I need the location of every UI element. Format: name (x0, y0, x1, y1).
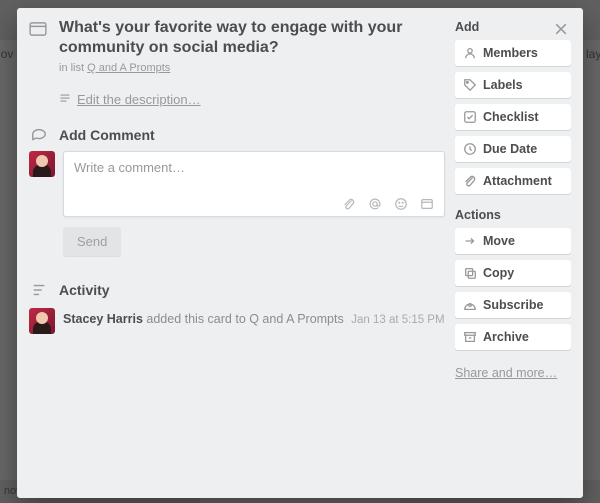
subscribe-icon (463, 298, 477, 312)
card-icon (29, 18, 49, 58)
add-due-date-button[interactable]: Due Date (455, 136, 571, 162)
checklist-icon (463, 110, 477, 124)
card-list-location: in list Q and A Prompts (59, 62, 445, 74)
subscribe-button[interactable]: Subscribe (455, 292, 571, 318)
archive-icon (463, 330, 477, 344)
sidebar-actions-heading: Actions (455, 208, 571, 222)
activity-heading: Activity (59, 282, 110, 298)
comment-input[interactable]: Write a comment… (64, 152, 444, 192)
card-detail-modal: What's your favorite way to engage with … (17, 8, 583, 498)
move-icon (463, 234, 477, 248)
activity-icon (29, 282, 49, 298)
edit-description-link[interactable]: Edit the description… (59, 92, 201, 107)
close-button[interactable] (547, 16, 575, 44)
activity-item: Stacey Harris added this card to Q and A… (29, 308, 445, 334)
activity-action: added this card to Q and A Prompts (143, 312, 344, 326)
attach-icon[interactable] (342, 197, 356, 211)
due-date-icon (463, 142, 477, 156)
share-more-link[interactable]: Share and more… (455, 366, 557, 380)
archive-button[interactable]: Archive (455, 324, 571, 350)
activity-avatar[interactable] (29, 308, 55, 334)
comment-icon (29, 127, 49, 143)
emoji-icon[interactable] (394, 197, 408, 211)
labels-icon (463, 78, 477, 92)
members-icon (463, 46, 477, 60)
description-icon (59, 92, 71, 107)
activity-timestamp[interactable]: Jan 13 at 5:15 PM (351, 314, 444, 326)
add-checklist-button[interactable]: Checklist (455, 104, 571, 130)
activity-actor[interactable]: Stacey Harris (63, 312, 143, 326)
add-attachment-button[interactable]: Attachment (455, 168, 571, 194)
card-title[interactable]: What's your favorite way to engage with … (59, 18, 419, 58)
list-name-link[interactable]: Q and A Prompts (87, 62, 170, 74)
attachment-icon (463, 174, 477, 188)
close-icon (553, 21, 569, 40)
send-button[interactable]: Send (63, 227, 121, 256)
copy-icon (463, 266, 477, 280)
add-labels-button[interactable]: Labels (455, 72, 571, 98)
current-user-avatar[interactable] (29, 151, 55, 177)
add-comment-heading: Add Comment (59, 127, 155, 143)
copy-button[interactable]: Copy (455, 260, 571, 286)
comment-box[interactable]: Write a comment… (63, 151, 445, 217)
card-embed-icon[interactable] (420, 197, 434, 211)
move-button[interactable]: Move (455, 228, 571, 254)
mention-icon[interactable] (368, 197, 382, 211)
